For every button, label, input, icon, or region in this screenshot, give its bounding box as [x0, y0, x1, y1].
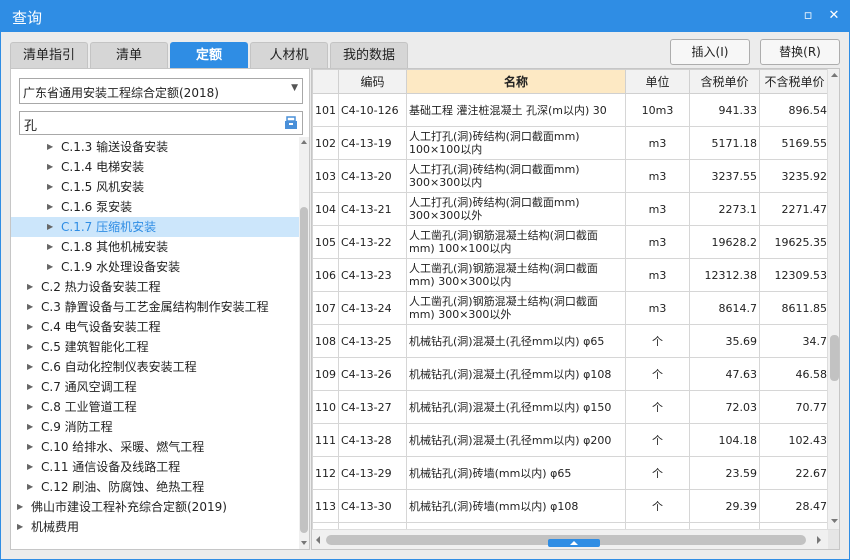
table-row[interactable]: 113 C4-13-30 机械钻孔(洞)砖墙(mm以内) φ108 个 29.39 28.…: [312, 489, 830, 523]
table-row[interactable]: 107 C4-13-24 人工凿孔(洞)钢筋混凝土结构(洞口截面mm) 300×30…: [312, 291, 830, 325]
tree-node[interactable]: ▶ 佛山市建设工程补充综合定额(2019): [11, 497, 299, 517]
column-header-index[interactable]: [312, 69, 339, 94]
tree-node[interactable]: ▶ 机械费用: [11, 517, 299, 537]
table-row[interactable]: 109 C4-13-26 机械钻孔(洞)混凝土(孔径mm以内) φ108 个 47.63…: [312, 357, 830, 391]
expand-triangle-icon[interactable]: ▶: [47, 217, 53, 237]
tree-node[interactable]: ▶ C.1.3 输送设备安装: [11, 137, 299, 157]
tree-node[interactable]: ▶ C.1.5 风机安装: [11, 177, 299, 197]
search-input[interactable]: 孔: [19, 111, 303, 135]
table-row[interactable]: 102 C4-13-19 人工打孔(洞)砖结构(洞口截面mm) 100×100以内 m…: [312, 126, 830, 160]
table-row[interactable]: 112 C4-13-29 机械钻孔(洞)砖墙(mm以内) φ65 个 23.59 22.6…: [312, 456, 830, 490]
tab-quota[interactable]: 定额: [170, 42, 248, 68]
close-icon[interactable]: ✕: [826, 8, 842, 24]
table-vscroll-graphic[interactable]: [828, 69, 840, 529]
expand-triangle-icon[interactable]: ▶: [27, 357, 33, 377]
column-header-unit[interactable]: 单位: [625, 69, 690, 94]
tree-node[interactable]: ▶ C.12 刷油、防腐蚀、绝热工程: [11, 477, 299, 497]
tab-bill[interactable]: 清单: [90, 42, 168, 68]
expand-triangle-icon[interactable]: ▶: [27, 337, 33, 357]
window-title: 查询: [12, 9, 43, 27]
minimize-icon[interactable]: ▫: [800, 8, 816, 24]
expand-triangle-icon[interactable]: ▶: [27, 437, 33, 457]
left-panel: 广东省通用安装工程综合定额(2018) ▼ 孔 ▶ C.1.3 输送设备安装 ▶ C…: [10, 68, 310, 550]
expand-triangle-icon[interactable]: ▶: [47, 137, 53, 157]
table-row[interactable]: 101 C4-10-126 基础工程 灌注桩混凝土 孔深(m以内) 30 10m3 94…: [312, 93, 830, 127]
tree-node[interactable]: ▶ C.9 消防工程: [11, 417, 299, 437]
insert-button[interactable]: 插入(I): [670, 39, 750, 65]
column-header-price-no-tax[interactable]: 不含税单价: [759, 69, 830, 94]
expand-triangle-icon[interactable]: ▶: [47, 197, 53, 217]
expand-triangle-icon[interactable]: ▶: [27, 477, 33, 497]
expand-triangle-icon[interactable]: ▶: [27, 377, 33, 397]
column-header-code[interactable]: 编码: [338, 69, 407, 94]
tree-node[interactable]: ▶ C.2 热力设备安装工程: [11, 277, 299, 297]
column-header-price-tax[interactable]: 含税单价: [689, 69, 760, 94]
tree-node[interactable]: ▶ C.5 建筑智能化工程: [11, 337, 299, 357]
dropdown-arrow-icon[interactable]: ▼: [291, 83, 298, 93]
table-row[interactable]: 111 C4-13-28 机械钻孔(洞)混凝土(孔径mm以内) φ200 个 104.1…: [312, 423, 830, 457]
tree-node[interactable]: ▶ C.1.4 电梯安装: [11, 157, 299, 177]
tree-node-selected[interactable]: ▶ C.1.7 压缩机安装: [11, 217, 299, 237]
expand-triangle-icon[interactable]: ▶: [27, 317, 33, 337]
expand-triangle-icon[interactable]: ▶: [27, 397, 33, 417]
tab-bill-guide[interactable]: 清单指引: [10, 42, 88, 68]
quota-table: 编码 名称 单位 含税单价 不含税单价 101 C4-10-126 基础工程 灌注桩…: [312, 69, 830, 549]
tree-node[interactable]: ▶ C.7 通风空调工程: [11, 377, 299, 397]
tree-scrollbar-graphic[interactable]: [299, 137, 309, 549]
expand-triangle-icon[interactable]: ▶: [47, 157, 53, 177]
expand-triangle-icon[interactable]: ▶: [27, 297, 33, 317]
table-header-row: 编码 名称 单位 含税单价 不含税单价: [312, 69, 830, 94]
table-row[interactable]: 103 C4-13-20 人工打孔(洞)砖结构(洞口截面mm) 300×300以内 m…: [312, 159, 830, 193]
replace-button[interactable]: 替换(R): [760, 39, 840, 65]
collapse-handle-icon[interactable]: [548, 539, 600, 547]
library-select[interactable]: 广东省通用安装工程综合定额(2018) ▼: [19, 78, 303, 104]
tree-node[interactable]: ▶ C.1.8 其他机械安装: [11, 237, 299, 257]
search-filter-icon[interactable]: [282, 114, 300, 132]
tab-my-data[interactable]: 我的数据: [330, 42, 408, 68]
search-input-value: 孔: [24, 119, 38, 134]
quota-tree: ▶ C.1.3 输送设备安装 ▶ C.1.4 电梯安装 ▶ C.1.5 风机安装 ▶ C…: [11, 137, 299, 549]
quota-table-panel: 编码 名称 单位 含税单价 不含税单价 101 C4-10-126 基础工程 灌注桩…: [311, 68, 840, 550]
table-row[interactable]: 110 C4-13-27 机械钻孔(洞)混凝土(孔径mm以内) φ150 个 72.03…: [312, 390, 830, 424]
expand-triangle-icon[interactable]: ▶: [27, 277, 33, 297]
expand-triangle-icon[interactable]: ▶: [47, 177, 53, 197]
table-row[interactable]: 104 C4-13-21 人工打孔(洞)砖结构(洞口截面mm) 300×300以外 m…: [312, 192, 830, 226]
library-select-value: 广东省通用安装工程综合定额(2018): [23, 86, 219, 100]
expand-triangle-icon[interactable]: ▶: [47, 257, 53, 277]
column-header-name[interactable]: 名称: [406, 69, 626, 94]
tree-node[interactable]: ▶ C.4 电气设备安装工程: [11, 317, 299, 337]
tree-vertical-scrollbar[interactable]: [299, 137, 309, 549]
tab-labor-material-machine[interactable]: 人材机: [250, 42, 328, 68]
expand-triangle-icon[interactable]: ▶: [47, 237, 53, 257]
tree-node[interactable]: ▶ C.10 给排水、采暖、燃气工程: [11, 437, 299, 457]
tree-node[interactable]: ▶ C.1.9 水处理设备安装: [11, 257, 299, 277]
tree-node[interactable]: ▶ C.8 工业管道工程: [11, 397, 299, 417]
tree-node[interactable]: ▶ C.1.6 泵安装: [11, 197, 299, 217]
expand-triangle-icon[interactable]: ▶: [27, 417, 33, 437]
table-row[interactable]: 105 C4-13-22 人工凿孔(洞)钢筋混凝土结构(洞口截面mm) 100×10…: [312, 225, 830, 259]
expand-triangle-icon[interactable]: ▶: [17, 497, 23, 517]
expand-triangle-icon[interactable]: ▶: [27, 457, 33, 477]
tree-node[interactable]: ▶ C.11 通信设备及线路工程: [11, 457, 299, 477]
table-row[interactable]: 106 C4-13-23 人工凿孔(洞)钢筋混凝土结构(洞口截面mm) 300×30…: [312, 258, 830, 292]
expand-triangle-icon[interactable]: ▶: [17, 517, 23, 537]
title-bar: 查询 ▫ ✕: [0, 0, 850, 32]
tree-node[interactable]: ▶ C.3 静置设备与工艺金属结构制作安装工程: [11, 297, 299, 317]
tree-node[interactable]: ▶ C.6 自动化控制仪表安装工程: [11, 357, 299, 377]
table-vertical-scrollbar[interactable]: [827, 69, 840, 529]
table-row[interactable]: 108 C4-13-25 机械钻孔(洞)混凝土(孔径mm以内) φ65 个 35.69 3…: [312, 324, 830, 358]
